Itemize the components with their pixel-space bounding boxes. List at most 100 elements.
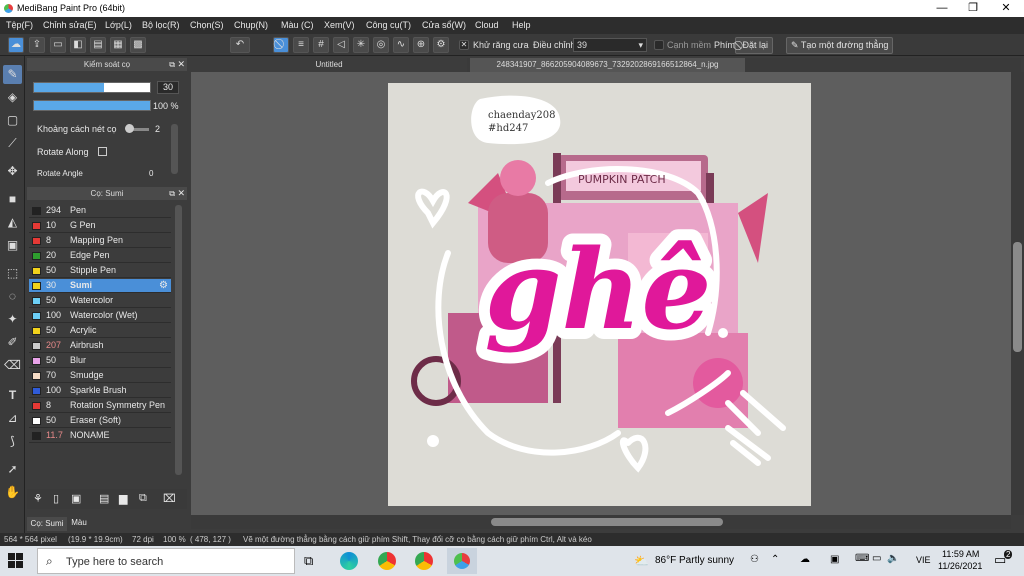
panel-icon[interactable]: ▦ xyxy=(110,37,126,53)
eyedropper-icon[interactable]: ⟆ xyxy=(3,432,22,451)
camera-icon[interactable]: ▣ xyxy=(830,554,839,565)
medibang-taskbar-button[interactable] xyxy=(447,548,477,574)
brush-item[interactable]: 8 Rotation Symmetry Pen xyxy=(29,399,171,413)
snap-grid-icon[interactable]: # xyxy=(313,37,329,53)
page-icon[interactable]: ▤ xyxy=(90,37,106,53)
brush-item[interactable]: 70 Smudge xyxy=(29,369,171,383)
menu-color[interactable]: Màu (C) xyxy=(281,20,314,30)
opacity-slider[interactable] xyxy=(33,100,151,111)
cloud-icon[interactable]: ☁ xyxy=(8,37,24,53)
size-slider[interactable] xyxy=(33,82,151,93)
menu-capture[interactable]: Chụp(N) xyxy=(234,20,268,30)
undock-icon[interactable]: ⧉ xyxy=(169,60,175,70)
snap-ellipse-icon[interactable]: ⊕ xyxy=(413,37,429,53)
snap-curve-icon[interactable]: ∿ xyxy=(393,37,409,53)
dot-tool-icon[interactable]: ▢ xyxy=(3,111,22,130)
weather-text[interactable]: 86°F Partly sunny xyxy=(655,555,734,566)
chevron-up-icon[interactable]: ⌃ xyxy=(771,554,779,565)
operation-tool-icon[interactable]: ➚ xyxy=(3,460,22,479)
text-tool-icon[interactable]: T xyxy=(3,386,22,405)
select-eraser-icon[interactable]: ⌫ xyxy=(3,356,22,375)
brush-item[interactable]: 100 Watercolor (Wet) xyxy=(29,309,171,323)
chrome-icon[interactable] xyxy=(378,552,396,570)
tab-image-file[interactable]: 248341907_866205904089673_73292028691665… xyxy=(470,58,745,72)
comment-icon[interactable]: ▭ xyxy=(50,37,66,53)
menu-select[interactable]: Chọn(S) xyxy=(190,20,224,30)
select-pen-icon[interactable]: ✐ xyxy=(3,333,22,352)
hand-tool-icon[interactable]: ✋ xyxy=(3,483,22,502)
undo-icon[interactable]: ↶ xyxy=(230,37,250,53)
menu-help[interactable]: Help xyxy=(512,20,531,30)
brush-control-scrollbar[interactable] xyxy=(171,124,178,174)
keyboard-icon[interactable]: ⌨ xyxy=(855,553,869,564)
snap-off-icon[interactable]: ⃠ xyxy=(273,37,289,53)
snap-settings-icon[interactable]: ⚙ xyxy=(433,37,449,53)
brush-item[interactable]: 10 G Pen xyxy=(29,219,171,233)
share-icon[interactable]: ⇪ xyxy=(29,37,45,53)
antialias-checkbox[interactable]: ✕ xyxy=(459,40,469,50)
menu-view[interactable]: Xem(V) xyxy=(324,20,355,30)
menu-edit[interactable]: Chỉnh sửa(E) xyxy=(43,20,97,30)
divide-tool-icon[interactable]: ⊿ xyxy=(3,409,22,428)
snap-parallel-icon[interactable]: ≡ xyxy=(293,37,309,53)
soft-edge-checkbox[interactable] xyxy=(654,40,664,50)
magic-wand-icon[interactable]: ✦ xyxy=(3,310,22,329)
brush-item[interactable]: 50 Watercolor xyxy=(29,294,171,308)
bucket-tool-icon[interactable]: ◭ xyxy=(3,213,22,232)
artwork-canvas[interactable]: ghê ghê chaenday208 #hd247 PUMPKIN PATCH xyxy=(388,83,811,506)
add-brush-icon[interactable]: ⚘ xyxy=(33,492,43,505)
gradient-tool-icon[interactable]: ▣ xyxy=(3,236,22,255)
menu-window[interactable]: Cửa sổ(W) xyxy=(422,20,466,30)
minimize-button[interactable]: — xyxy=(926,0,958,17)
brush-item[interactable]: 100 Sparkle Brush xyxy=(29,384,171,398)
horizontal-scrollbar[interactable] xyxy=(191,515,1011,529)
brush-item[interactable]: 30 Sumi ⚙ xyxy=(29,279,171,293)
size-value[interactable]: 30 xyxy=(157,81,179,94)
menu-layer[interactable]: Lớp(L) xyxy=(105,20,132,30)
new-brush-icon[interactable]: ▯ xyxy=(53,492,59,505)
clock-time[interactable]: 11:59 AM xyxy=(942,549,979,559)
tab-untitled[interactable]: Untitled xyxy=(191,58,467,72)
menu-cloud[interactable]: Cloud xyxy=(475,20,499,30)
snap-vanish-icon[interactable]: ◁ xyxy=(333,37,349,53)
undock-icon[interactable]: ⧉ xyxy=(169,189,175,199)
brush-item[interactable]: 20 Edge Pen xyxy=(29,249,171,263)
brush-settings-icon[interactable]: ⚙ xyxy=(159,279,168,292)
reset-button[interactable]: ⃠ Đặt lại xyxy=(735,37,774,54)
vertical-scrollbar[interactable] xyxy=(1011,72,1024,515)
spacing-slider-knob[interactable] xyxy=(125,124,134,133)
close-panel-icon[interactable]: ✕ xyxy=(177,188,185,199)
duplicate-icon[interactable]: ⧉ xyxy=(139,492,147,505)
chrome-icon[interactable] xyxy=(415,552,433,570)
brush-item[interactable]: 50 Stipple Pen xyxy=(29,264,171,278)
people-icon[interactable]: ⚇ xyxy=(750,554,759,565)
menu-file[interactable]: Tệp(F) xyxy=(6,20,33,30)
brush-list-scrollbar[interactable] xyxy=(175,205,182,475)
cloud-tray-icon[interactable]: ☁ xyxy=(800,554,810,565)
menu-filter[interactable]: Bộ lọc(R) xyxy=(142,20,180,30)
volume-icon[interactable]: 🔈 xyxy=(887,553,899,564)
straight-line-button[interactable]: ✎ Tạo một đường thẳng xyxy=(786,37,894,54)
close-button[interactable]: ✕ xyxy=(990,0,1022,17)
task-view-icon[interactable]: ⧉ xyxy=(304,553,313,569)
eraser-tool-icon[interactable]: ◈ xyxy=(3,88,22,107)
close-panel-icon[interactable]: ✕ xyxy=(177,59,185,70)
maximize-button[interactable]: ❐ xyxy=(957,0,989,17)
move-tool-icon[interactable]: ✥ xyxy=(3,162,22,181)
import-brush-icon[interactable]: ▤ xyxy=(99,492,109,505)
brush-tool-icon[interactable]: ✎ xyxy=(3,65,22,84)
brush-item[interactable]: 50 Eraser (Soft) xyxy=(29,414,171,428)
correction-select[interactable]: 39 ▾ xyxy=(573,38,647,52)
network-icon[interactable]: ▭ xyxy=(872,553,881,564)
taskbar-search[interactable]: ⌕ Type here to search xyxy=(37,548,295,574)
line-tool-icon[interactable]: ⟋ xyxy=(3,134,22,153)
windows-start-icon[interactable] xyxy=(8,553,24,569)
brush-item[interactable]: 50 Acrylic xyxy=(29,324,171,338)
tab-color[interactable]: Màu xyxy=(68,517,90,531)
tab-brush[interactable]: Cọ: Sumi xyxy=(27,517,67,531)
snap-circle-icon[interactable]: ◎ xyxy=(373,37,389,53)
brush-item[interactable]: 11.7 NONAME xyxy=(29,429,171,443)
brush-options-icon[interactable]: ▣ xyxy=(71,492,81,505)
brush-item[interactable]: 8 Mapping Pen xyxy=(29,234,171,248)
weather-icon[interactable]: ⛅ xyxy=(634,554,649,568)
